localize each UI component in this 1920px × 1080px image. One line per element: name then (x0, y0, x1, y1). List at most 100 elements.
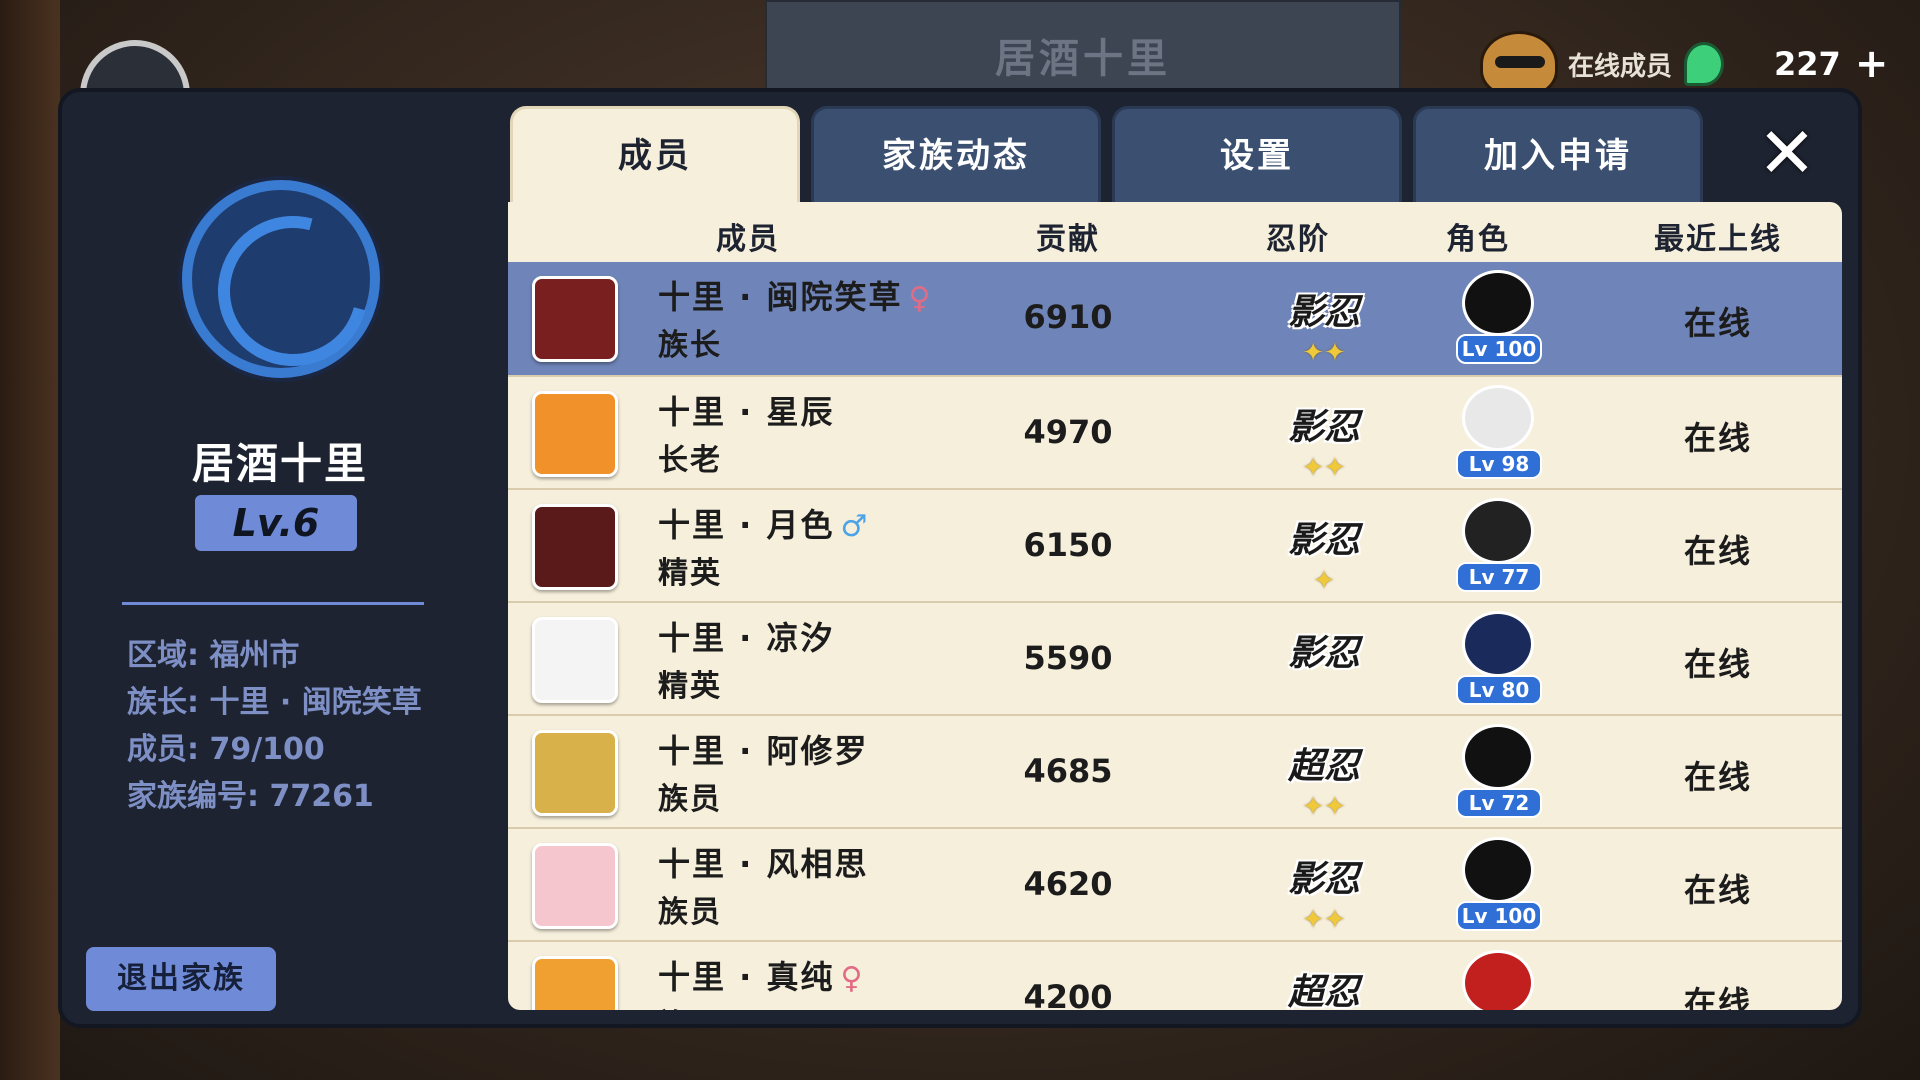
member-name-line: 十里 · 凉汐 (658, 613, 840, 659)
member-contribution: 4685 (1023, 752, 1113, 790)
member-role: 长老 (658, 443, 722, 478)
gender-icon: ♀ (908, 281, 933, 316)
header-character: 角色 (1446, 222, 1510, 257)
member-name-line: 十里 · 阿修罗 (658, 726, 874, 772)
member-last-online: 在线 (1683, 984, 1752, 1010)
character-level-badge: Lv 100 (1456, 334, 1542, 364)
member-name-line: 十里 · 星辰 (658, 387, 840, 433)
member-role: 族员 (658, 1000, 722, 1010)
background-banner-title: 居酒十里 (995, 36, 1171, 82)
table-row[interactable]: 十里 · 真纯♀ 族员 4200 超忍 在线 (508, 940, 1842, 1010)
member-avatar[interactable] (532, 276, 618, 362)
member-name: 十里 · 月色 (658, 506, 835, 544)
header-last-online: 最近上线 (1654, 222, 1782, 257)
member-contribution: 6910 (1023, 298, 1113, 336)
background-wall (0, 0, 60, 1080)
member-last-online: 在线 (1683, 758, 1752, 796)
member-name-line: 十里 · 闽院笑草 ♀ (658, 272, 932, 318)
member-role: 族长 (658, 328, 722, 363)
member-name: 十里 · 真纯 (658, 958, 835, 996)
member-avatar[interactable] (532, 956, 618, 1010)
clan-sidebar: 居酒十里 Lv.6 区域: 福州市 族长: 十里 · 闽院笑草 成员: 79/1… (60, 90, 500, 1025)
rank-name: 影忍 (1287, 633, 1360, 674)
member-last-online: 在线 (1683, 532, 1752, 570)
rank-badge-icon: 影忍 ✦✦ (1278, 401, 1370, 483)
online-members-label: 在线成员 (1568, 51, 1673, 82)
member-name-line: 十里 · 真纯 ♀ (658, 952, 864, 998)
close-button[interactable]: ✕ (1752, 118, 1822, 188)
currency-count: 227 (1774, 45, 1841, 83)
sidebar-divider (122, 602, 424, 605)
member-name: 十里 · 风相思 (658, 845, 869, 883)
clan-level-badge: Lv.6 (195, 495, 357, 551)
jade-currency-icon (1684, 42, 1725, 86)
rank-badge-icon: 超忍 (1278, 966, 1370, 1010)
clan-id: 家族编号: 77261 (127, 779, 374, 814)
gender-icon: ♀ (840, 961, 865, 996)
member-last-online: 在线 (1683, 645, 1752, 683)
table-header: 成员 贡献 忍阶 角色 最近上线 (508, 202, 1842, 262)
member-role: 精英 (658, 669, 722, 704)
tab-join-requests[interactable]: 加入申请 (1413, 106, 1703, 204)
character-avatar-icon (1462, 837, 1534, 903)
member-contribution: 4200 (1023, 978, 1113, 1010)
character-level-badge: Lv 72 (1456, 788, 1542, 818)
header-member: 成员 (716, 222, 780, 257)
table-row[interactable]: 十里 · 风相思 族员 4620 影忍 ✦✦ Lv 100 在线 (508, 827, 1842, 940)
clan-leader: 族长: 十里 · 闽院笑草 (127, 685, 422, 720)
table-row[interactable]: 十里 · 闽院笑草 ♀ 族长 6910 影忍 ✦✦ Lv 100 在线 (508, 262, 1842, 375)
member-last-online: 在线 (1683, 419, 1752, 457)
table-row[interactable]: 十里 · 月色 ♂ 精英 6150 影忍 ✦ Lv 77 在线 (508, 488, 1842, 601)
header-rank: 忍阶 (1266, 222, 1330, 257)
rank-badge-icon: 影忍 (1278, 627, 1370, 697)
table-row[interactable]: 十里 · 星辰 长老 4970 影忍 ✦✦ Lv 98 在线 (508, 375, 1842, 488)
rank-name: 超忍 (1287, 972, 1360, 1010)
rank-badge-icon: 影忍 ✦✦ (1278, 286, 1370, 368)
rank-badge-icon: 影忍 ✦✦ (1278, 853, 1370, 935)
clan-member-count: 成员: 79/100 (127, 732, 325, 767)
member-name-line: 十里 · 月色 ♂ (658, 500, 869, 546)
add-currency-button[interactable]: + (1855, 41, 1889, 87)
clan-emblem-icon (182, 180, 380, 378)
tab-members[interactable]: 成员 (510, 106, 800, 204)
character-avatar-icon (1462, 950, 1534, 1010)
table-row[interactable]: 十里 · 凉汐 精英 5590 影忍 Lv 80 在线 (508, 601, 1842, 714)
member-contribution: 4620 (1023, 865, 1113, 903)
character-avatar-icon (1462, 724, 1534, 790)
character-avatar-icon (1462, 385, 1534, 451)
member-name: 十里 · 凉汐 (658, 619, 835, 657)
header-contribution: 贡献 (1036, 222, 1100, 257)
member-avatar[interactable] (532, 617, 618, 703)
rank-stars-icon: ✦✦ (1302, 905, 1346, 935)
member-role: 族员 (658, 895, 722, 930)
member-role: 精英 (658, 556, 722, 591)
member-name-line: 十里 · 风相思 (658, 839, 874, 885)
clan-region: 区域: 福州市 (127, 638, 300, 673)
member-contribution: 4970 (1023, 413, 1113, 451)
leave-clan-button[interactable]: 退出家族 (86, 947, 276, 1011)
members-table: 成员 贡献 忍阶 角色 最近上线 十里 · 闽院笑草 ♀ 族长 6910 影忍 ✦✦ Lv … (508, 202, 1842, 1010)
member-avatar[interactable] (532, 504, 618, 590)
member-contribution: 5590 (1023, 639, 1113, 677)
rank-stars-icon: ✦✦ (1302, 453, 1346, 483)
character-level-badge: Lv 77 (1456, 562, 1542, 592)
tab-clan-activity[interactable]: 家族动态 (811, 106, 1101, 204)
member-name: 十里 · 星辰 (658, 393, 835, 431)
rank-badge-icon: 影忍 ✦ (1278, 514, 1370, 596)
character-level-badge: Lv 100 (1456, 901, 1542, 931)
clan-name: 居酒十里 (191, 439, 368, 488)
character-avatar-icon (1462, 270, 1534, 336)
member-avatar[interactable] (532, 730, 618, 816)
rank-stars-icon: ✦ (1313, 566, 1335, 596)
member-avatar[interactable] (532, 843, 618, 929)
tab-settings[interactable]: 设置 (1112, 106, 1402, 204)
online-members-bar: 在线成员 227 + (1480, 31, 1920, 97)
character-level-badge: Lv 80 (1456, 675, 1542, 705)
member-avatar[interactable] (532, 391, 618, 477)
table-row[interactable]: 十里 · 阿修罗 族员 4685 超忍 ✦✦ Lv 72 在线 (508, 714, 1842, 827)
rank-badge-icon: 超忍 ✦✦ (1278, 740, 1370, 822)
member-name: 十里 · 闽院笑草 (658, 278, 903, 316)
character-level-badge: Lv 98 (1456, 449, 1542, 479)
member-contribution: 6150 (1023, 526, 1113, 564)
background-banner: 居酒十里 (765, 0, 1401, 90)
